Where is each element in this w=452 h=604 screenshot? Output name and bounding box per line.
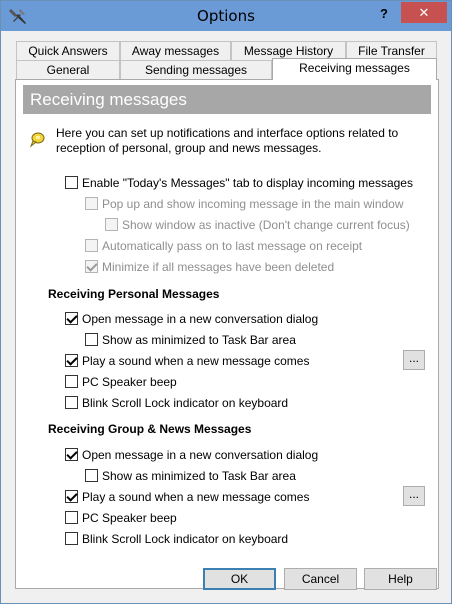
popup-main-window-option[interactable]: Pop up and show incoming message in the … bbox=[85, 197, 404, 213]
section-title: Receiving messages bbox=[23, 85, 431, 114]
enable-todays-messages-option[interactable]: Enable "Today's Messages" tab to display… bbox=[65, 176, 413, 192]
tab-quick-answers[interactable]: Quick Answers bbox=[16, 41, 120, 61]
popup-main-window-checkbox[interactable] bbox=[85, 197, 98, 210]
intro-text: Here you can set up notifications and in… bbox=[56, 126, 399, 155]
group-play-sound-option[interactable]: Play a sound when a new message comes bbox=[65, 490, 309, 506]
group-open-dialog-checkbox[interactable] bbox=[65, 448, 78, 461]
group-open-dialog-option[interactable]: Open message in a new conversation dialo… bbox=[65, 448, 318, 464]
option-label: Play a sound when a new message comes bbox=[82, 490, 310, 504]
personal-open-dialog-option[interactable]: Open message in a new conversation dialo… bbox=[65, 312, 318, 328]
group-pc-beep-option[interactable]: PC Speaker beep bbox=[65, 511, 177, 527]
option-label: Blink Scroll Lock indicator on keyboard bbox=[82, 396, 289, 410]
personal-sound-browse-button[interactable]: ... bbox=[403, 350, 425, 370]
option-label: Enable "Today's Messages" tab to display… bbox=[82, 176, 413, 190]
ok-button[interactable]: OK bbox=[203, 568, 276, 590]
personal-pc-beep-option[interactable]: PC Speaker beep bbox=[65, 375, 177, 391]
option-label: Show as minimized to Task Bar area bbox=[102, 333, 296, 347]
option-label: Pop up and show incoming message in the … bbox=[102, 197, 404, 211]
minimize-option[interactable]: Minimize if all messages have been delet… bbox=[85, 260, 334, 276]
minimize-checkbox[interactable] bbox=[85, 260, 98, 273]
tab-receiving-messages[interactable]: Receiving messages bbox=[272, 58, 437, 80]
group-scroll-lock-option[interactable]: Blink Scroll Lock indicator on keyboard bbox=[65, 532, 288, 548]
lightbulb-speech-icon bbox=[29, 132, 45, 148]
auto-pass-option[interactable]: Automatically pass on to last message on… bbox=[85, 239, 362, 255]
dialog-client: Quick Answers Away messages Message Hist… bbox=[9, 31, 445, 597]
group-sound-browse-button[interactable]: ... bbox=[403, 486, 425, 506]
option-label: Show as minimized to Task Bar area bbox=[102, 469, 296, 483]
group-minimized-option[interactable]: Show as minimized to Task Bar area bbox=[85, 469, 296, 485]
cancel-button[interactable]: Cancel bbox=[284, 568, 357, 590]
personal-scroll-lock-checkbox[interactable] bbox=[65, 396, 78, 409]
option-label: Play a sound when a new message comes bbox=[82, 354, 310, 368]
tab-general[interactable]: General bbox=[16, 60, 120, 80]
personal-open-dialog-checkbox[interactable] bbox=[65, 312, 78, 325]
tab-sending-messages[interactable]: Sending messages bbox=[120, 60, 272, 80]
option-label: Blink Scroll Lock indicator on keyboard bbox=[82, 532, 289, 546]
help-title-button[interactable]: ? bbox=[371, 3, 397, 25]
personal-minimized-option[interactable]: Show as minimized to Task Bar area bbox=[85, 333, 296, 349]
enable-todays-messages-checkbox[interactable] bbox=[65, 176, 78, 189]
close-button[interactable]: ✕ bbox=[401, 2, 447, 23]
tab-away-messages[interactable]: Away messages bbox=[120, 41, 231, 61]
group-pc-beep-checkbox[interactable] bbox=[65, 511, 78, 524]
group-scroll-lock-checkbox[interactable] bbox=[65, 532, 78, 545]
personal-pc-beep-checkbox[interactable] bbox=[65, 375, 78, 388]
options-dialog: Options ? ✕ Quick Answers Away messages … bbox=[0, 0, 452, 604]
tab-panel: Receiving messages Here you can set up n… bbox=[15, 79, 439, 589]
option-label: Show window as inactive (Don't change cu… bbox=[122, 218, 410, 232]
option-label: Open message in a new conversation dialo… bbox=[82, 448, 319, 462]
personal-play-sound-checkbox[interactable] bbox=[65, 354, 78, 367]
option-label: PC Speaker beep bbox=[82, 375, 177, 389]
show-inactive-checkbox[interactable] bbox=[105, 218, 118, 231]
option-label: Open message in a new conversation dialo… bbox=[82, 312, 319, 326]
personal-minimized-checkbox[interactable] bbox=[85, 333, 98, 346]
personal-scroll-lock-option[interactable]: Blink Scroll Lock indicator on keyboard bbox=[65, 396, 288, 412]
auto-pass-checkbox[interactable] bbox=[85, 239, 98, 252]
title-bar[interactable]: Options ? ✕ bbox=[1, 1, 451, 31]
personal-heading: Receiving Personal Messages bbox=[48, 287, 220, 301]
personal-play-sound-option[interactable]: Play a sound when a new message comes bbox=[65, 354, 309, 370]
show-inactive-option[interactable]: Show window as inactive (Don't change cu… bbox=[105, 218, 410, 234]
option-label: Automatically pass on to last message on… bbox=[102, 239, 363, 253]
option-label: Minimize if all messages have been delet… bbox=[102, 260, 335, 274]
group-heading: Receiving Group & News Messages bbox=[48, 422, 252, 436]
help-button[interactable]: Help bbox=[364, 568, 437, 590]
option-label: PC Speaker beep bbox=[82, 511, 177, 525]
group-minimized-checkbox[interactable] bbox=[85, 469, 98, 482]
group-play-sound-checkbox[interactable] bbox=[65, 490, 78, 503]
